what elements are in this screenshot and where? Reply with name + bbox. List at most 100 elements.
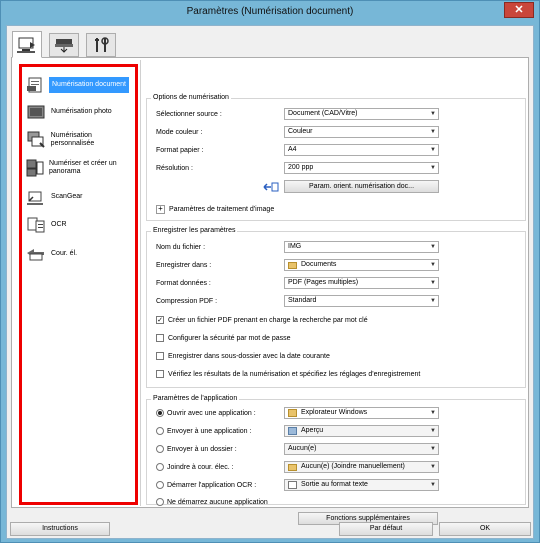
tab-scan-from-computer[interactable]: [12, 31, 42, 58]
chevron-down-icon: ▼: [430, 482, 436, 488]
chevron-down-icon: ▼: [430, 410, 436, 416]
radio-label: Envoyer à une application :: [167, 427, 252, 435]
window-title: Paramètres (Numérisation document): [186, 6, 354, 17]
send-to-app-value: Aperçu: [301, 427, 324, 434]
checkbox-label: Configurer la sécurité par mot de passe: [168, 334, 291, 342]
attach-email-select[interactable]: Aucun(e) (Joindre manuellement) ▼: [284, 461, 439, 473]
radio-label: Ouvrir avec une application :: [167, 409, 256, 417]
chevron-down-icon: ▼: [430, 280, 436, 286]
chevron-down-icon: ▼: [430, 129, 436, 135]
ok-button[interactable]: OK: [439, 522, 531, 536]
sidebar-item-label: Numérisation document: [49, 77, 129, 93]
orientation-icon: [263, 181, 279, 194]
resolution-value: 200 ppp: [288, 164, 314, 171]
pdf-compression-label: Compression PDF :: [156, 297, 218, 305]
open-with-app-select[interactable]: Explorateur Windows ▼: [284, 407, 439, 419]
radio-unselected: [156, 445, 164, 453]
pdf-compression-select[interactable]: Standard ▼: [284, 295, 439, 307]
send-to-app-radio[interactable]: Envoyer à une application :: [156, 425, 251, 437]
sidebar-item-label: Numérisation personnalisée: [50, 132, 95, 147]
radio-label: Démarrer l'application OCR :: [167, 481, 257, 489]
tab-panel: Numérisation document Numérisation photo…: [11, 57, 529, 525]
image-processing-toggle[interactable]: + Paramètres de traitement d'image: [156, 203, 274, 215]
photo-scan-icon: [26, 103, 46, 121]
send-to-folder-select[interactable]: Aucun(e) ▼: [284, 443, 439, 455]
sidebar-item-photo-scan[interactable]: Numérisation photo: [26, 99, 136, 125]
sidebar-item-panorama[interactable]: Numériser et créer un panorama: [26, 155, 136, 181]
sidebar-item-ocr[interactable]: OCR: [26, 212, 136, 238]
expand-icon: +: [156, 204, 165, 214]
start-ocr-select[interactable]: Sortie au format texte ▼: [284, 479, 439, 491]
radio-selected: [156, 409, 164, 417]
open-with-app-radio[interactable]: Ouvrir avec une application :: [156, 407, 256, 419]
resolution-select[interactable]: 200 ppp ▼: [284, 162, 439, 174]
checkbox-unchecked: [156, 370, 164, 378]
radio-label: Joindre à cour. élec. :: [167, 463, 234, 471]
settings-window: Paramètres (Numérisation document) ✕ Num…: [0, 0, 540, 543]
no-app-radio[interactable]: Ne démarrez aucune application: [156, 496, 268, 508]
checkbox-label: Enregistrer dans sous-dossier avec la da…: [168, 352, 330, 360]
radio-unselected: [156, 427, 164, 435]
scan-from-computer-icon: [17, 37, 35, 53]
source-select[interactable]: Document (CAD/Vitre) ▼: [284, 108, 439, 120]
panorama-icon: [26, 159, 44, 177]
close-button[interactable]: ✕: [504, 2, 534, 18]
send-to-folder-radio[interactable]: Envoyer à un dossier :: [156, 443, 237, 455]
save-in-select[interactable]: Documents ▼: [284, 259, 439, 271]
sidebar-item-email[interactable]: Cour. él.: [26, 241, 136, 267]
paper-size-label: Format papier :: [156, 146, 204, 154]
save-in-value: Documents: [301, 261, 337, 268]
group-title: Paramètres de l'application: [151, 395, 240, 402]
tab-general-settings[interactable]: [86, 33, 116, 57]
orientation-settings-button[interactable]: Param. orient. numérisation doc...: [284, 180, 439, 193]
data-format-select[interactable]: PDF (Pages multiples) ▼: [284, 277, 439, 289]
paper-size-select[interactable]: A4 ▼: [284, 144, 439, 156]
scan-from-panel-icon: [55, 39, 73, 53]
document-scan-icon: [26, 76, 46, 94]
chevron-down-icon: ▼: [430, 428, 436, 434]
check-results-checkbox[interactable]: Vérifiez les résultats de la numérisatio…: [156, 368, 420, 380]
date-subfolder-checkbox[interactable]: Enregistrer dans sous-dossier avec la da…: [156, 350, 330, 362]
data-format-label: Format données :: [156, 279, 211, 287]
ocr-icon: [26, 216, 46, 234]
instructions-button[interactable]: Instructions: [10, 522, 110, 536]
text-output-icon: [288, 481, 297, 489]
scangear-icon: [26, 188, 46, 206]
sidebar-item-custom-scan[interactable]: Numérisation personnalisée: [26, 127, 136, 153]
sidebar: Numérisation document Numérisation photo…: [19, 64, 138, 505]
color-mode-value: Couleur: [288, 128, 313, 135]
sidebar-item-label: Numérisation photo: [51, 108, 112, 115]
filename-input[interactable]: IMG ▼: [284, 241, 439, 253]
preview-app-icon: [288, 427, 297, 435]
pdf-compression-value: Standard: [288, 297, 317, 304]
start-ocr-radio[interactable]: Démarrer l'application OCR :: [156, 479, 256, 491]
default-button[interactable]: Par défaut: [339, 522, 433, 536]
color-mode-select[interactable]: Couleur ▼: [284, 126, 439, 138]
tab-scan-from-panel[interactable]: [49, 33, 79, 57]
sidebar-item-document-scan[interactable]: Numérisation document: [26, 72, 136, 98]
start-ocr-value: Sortie au format texte: [301, 481, 368, 488]
chevron-down-icon: ▼: [430, 244, 436, 250]
sidebar-item-scangear[interactable]: ScanGear: [26, 184, 136, 210]
email-icon: [26, 245, 46, 263]
attach-email-radio[interactable]: Joindre à cour. élec. :: [156, 461, 234, 473]
sidebar-item-label: Cour. él.: [51, 250, 78, 257]
radio-label: Ne démarrez aucune application: [167, 498, 268, 506]
radio-unselected: [156, 498, 164, 506]
searchable-pdf-checkbox[interactable]: ✓ Créer un fichier PDF prenant en charge …: [156, 314, 368, 326]
windows-explorer-icon: [288, 409, 297, 417]
checkbox-checked: ✓: [156, 316, 164, 324]
send-to-app-select[interactable]: Aperçu ▼: [284, 425, 439, 437]
open-with-app-value: Explorateur Windows: [301, 409, 368, 416]
sidebar-divider: [140, 60, 141, 506]
password-security-checkbox[interactable]: Configurer la sécurité par mot de passe: [156, 332, 291, 344]
tools-icon: [95, 37, 109, 52]
source-label: Sélectionner source :: [156, 110, 222, 118]
sidebar-item-label: Numériser et créer un panorama: [49, 160, 117, 175]
color-mode-label: Mode couleur :: [156, 128, 203, 136]
chevron-down-icon: ▼: [430, 262, 436, 268]
radio-unselected: [156, 481, 164, 489]
mail-app-icon: [288, 463, 297, 471]
custom-scan-icon: [26, 131, 46, 149]
checkbox-label: Vérifiez les résultats de la numérisatio…: [168, 370, 421, 378]
